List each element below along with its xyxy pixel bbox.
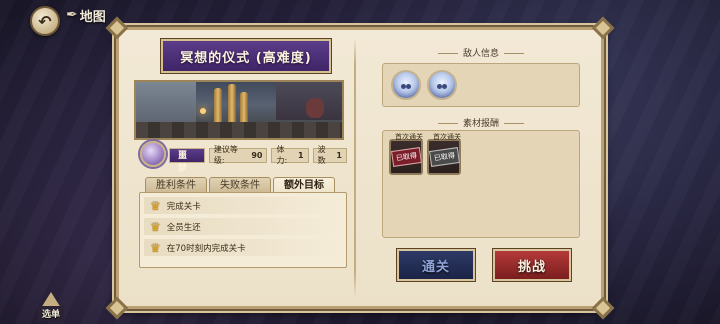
reward-status-stamp: 已取得 (390, 147, 422, 167)
level-value: 90 (251, 150, 263, 160)
scene-lamp (200, 108, 206, 114)
reward-item[interactable]: 首次通关 已取得 (389, 133, 423, 175)
reward-item[interactable]: 首次通关 已取得 (427, 133, 461, 175)
list-item: ♛ 全员生还 (144, 218, 342, 235)
tab-victory-conditions[interactable]: 胜利条件 (145, 177, 207, 193)
scene-floor (136, 122, 342, 138)
tab-defeat-conditions[interactable]: 失败条件 (209, 177, 271, 193)
emblem-gem (140, 141, 166, 167)
stamina-cost: 体力: 1 (271, 145, 309, 165)
stamina-value: 1 (297, 150, 304, 160)
stage-panel: 冥想的仪式 (高难度) 噩梦 建议等级: 90 体力: 1 波数 1 胜利条件 … (105, 16, 615, 320)
stage-preview-image (134, 80, 344, 140)
back-button[interactable]: ↶ (30, 6, 60, 36)
enemy-list (382, 63, 580, 107)
waves-label: 波数 (317, 145, 326, 165)
stage-info-bar: 噩梦 建议等级: 90 体力: 1 波数 1 (169, 145, 347, 174)
stage-title: 冥想的仪式 (高难度) (160, 38, 332, 74)
tab-extra-objectives[interactable]: 额外目标 (273, 177, 335, 193)
reward-status-stamp: 已取得 (428, 147, 460, 167)
stamina-label: 体力: (276, 145, 288, 165)
menu-button[interactable]: 选单 (34, 292, 68, 324)
difficulty-badge: 噩梦 (169, 147, 205, 174)
map-label: 地图 (79, 9, 106, 25)
menu-label: 选单 (37, 306, 64, 321)
enemy-slime-icon[interactable] (391, 70, 421, 100)
clear-button[interactable]: 通关 (396, 248, 476, 282)
scene-barrel (306, 98, 324, 118)
reward-list: 首次通关 已取得 首次通关 已取得 (382, 130, 580, 238)
objectives-list: ♛ 完成关卡 ♛ 全员生还 ♛ 在70时刻内完成关卡 (139, 192, 347, 268)
quill-icon: ✒ (66, 7, 78, 23)
enemy-slime-icon[interactable] (427, 70, 457, 100)
list-item: ♛ 在70时刻内完成关卡 (144, 239, 342, 256)
crown-icon: ♛ (150, 198, 161, 213)
goal-text: 完成关卡 (166, 201, 201, 212)
material-reward-label: 素材报酬 (421, 116, 541, 129)
enemy-info-label: 敌人信息 (421, 46, 541, 59)
difficulty-emblem-icon (133, 138, 173, 170)
map-link[interactable]: ✒ 地图 (66, 6, 106, 25)
panel-divider (354, 38, 356, 298)
recommended-level: 建议等级: 90 (208, 145, 268, 165)
list-item: ♛ 完成关卡 (144, 197, 342, 214)
crown-icon: ♛ (150, 219, 161, 234)
level-label: 建议等级: (213, 145, 238, 165)
goal-text: 全员生还 (166, 222, 201, 233)
back-arrow-icon: ↶ (38, 11, 52, 31)
reward-caption: 首次通关 (433, 133, 461, 141)
waves-value: 1 (336, 150, 342, 160)
goal-text: 在70时刻内完成关卡 (166, 243, 246, 254)
condition-tabs: 胜利条件 失败条件 额外目标 (145, 177, 335, 193)
reward-caption: 首次通关 (395, 133, 423, 141)
challenge-button[interactable]: 挑战 (492, 248, 572, 282)
crown-icon: ♛ (150, 240, 161, 255)
wave-count: 波数 1 (312, 145, 347, 165)
